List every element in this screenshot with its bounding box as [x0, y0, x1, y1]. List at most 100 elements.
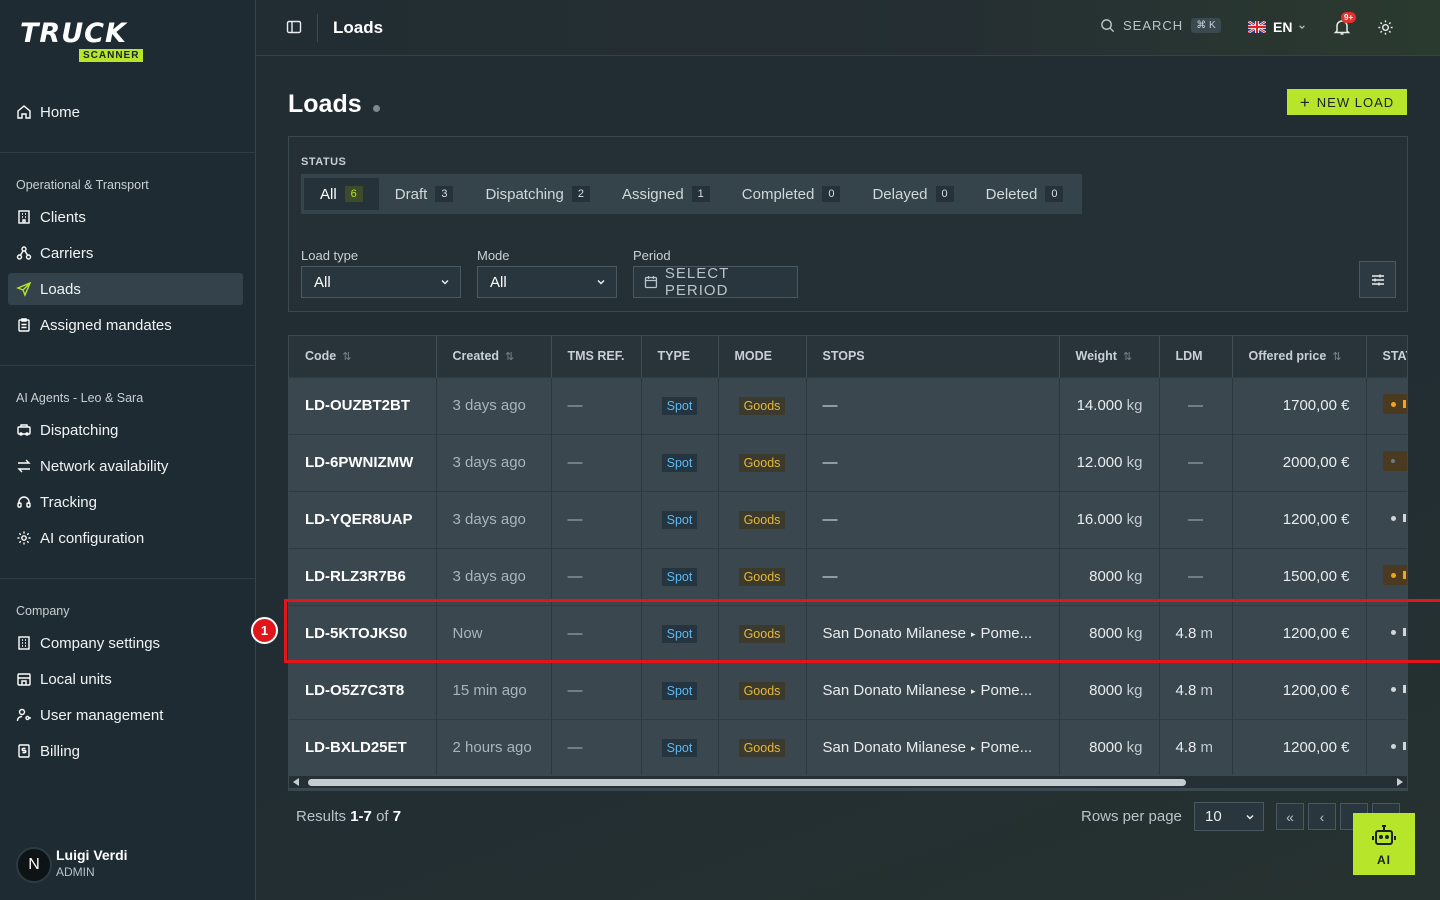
- table-row[interactable]: LD-RLZ3R7B6 3 days ago — Spot Goods — 80…: [289, 547, 1407, 605]
- sidebar-item-home[interactable]: Home: [8, 96, 243, 128]
- weight-unit: kg: [1126, 625, 1143, 642]
- cell-ldm: —: [1159, 376, 1233, 434]
- language-selector[interactable]: EN: [1248, 19, 1306, 35]
- search-icon: [1101, 19, 1115, 33]
- column-header-offered-price[interactable]: Offered price ⇅: [1232, 336, 1367, 377]
- advanced-filters-button[interactable]: [1359, 261, 1396, 298]
- status-tab-assigned[interactable]: Assigned 1: [606, 178, 726, 210]
- sidebar-item-assigned-mandates[interactable]: Assigned mandates: [8, 309, 243, 341]
- ai-assistant-button[interactable]: AI: [1353, 813, 1415, 875]
- topbar-divider: [317, 14, 318, 42]
- cell-code[interactable]: LD-BXLD25ET: [289, 718, 437, 776]
- cell-code[interactable]: LD-O5Z7C3T8: [289, 661, 437, 719]
- cell-code[interactable]: LD-6PWNIZMW: [289, 433, 437, 491]
- status-tab-label: Completed: [741, 185, 815, 203]
- table-row[interactable]: LD-5KTOJKS0 Now — Spot Goods San Donato …: [289, 604, 1407, 662]
- cell-created: Now: [436, 604, 552, 662]
- sidebar-item-billing[interactable]: Billing: [8, 735, 243, 767]
- gear-icon: [17, 531, 31, 545]
- table-row[interactable]: LD-OUZBT2BT 3 days ago — Spot Goods — 14…: [289, 376, 1407, 434]
- cell-created: 3 days ago: [436, 490, 552, 548]
- sidebar-divider: [0, 152, 255, 153]
- cell-code[interactable]: LD-5KTOJKS0: [289, 604, 437, 662]
- cell-status: [1366, 376, 1407, 434]
- status-tab-draft[interactable]: Draft 3: [379, 178, 470, 210]
- building-icon: [18, 210, 30, 224]
- first-page-button[interactable]: «: [1276, 803, 1304, 830]
- table-row[interactable]: LD-6PWNIZMW 3 days ago — Spot Goods — 12…: [289, 433, 1407, 491]
- user-profile[interactable]: N Luigi Verdi ADMIN: [16, 843, 128, 883]
- scroll-left-arrow-icon[interactable]: [293, 778, 299, 786]
- search-button[interactable]: SEARCH ⌘ K: [1100, 18, 1221, 33]
- sidebar-toggle-icon[interactable]: [286, 19, 302, 35]
- status-tab-deleted[interactable]: Deleted 0: [970, 178, 1080, 210]
- ldm-value: 4.8: [1175, 739, 1197, 757]
- cell-weight: 8000 kg: [1059, 604, 1160, 662]
- sidebar-item-local-units[interactable]: Local units: [8, 663, 243, 695]
- sidebar-item-loads[interactable]: Loads: [8, 273, 243, 305]
- column-header-type: TYPE: [641, 336, 719, 377]
- sidebar-item-label: Company settings: [40, 634, 161, 652]
- column-header-weight[interactable]: Weight ⇅: [1059, 336, 1160, 377]
- horizontal-scrollbar[interactable]: [288, 775, 1408, 789]
- sidebar-item-tracking[interactable]: Tracking: [8, 486, 243, 518]
- truckscanner-logo[interactable]: TRUCK SCANNER: [20, 20, 170, 66]
- ai-button-label: AI: [1377, 852, 1391, 867]
- new-load-button[interactable]: + NEW LOAD: [1287, 89, 1407, 115]
- mode-label: Mode: [477, 248, 510, 263]
- cell-code[interactable]: LD-OUZBT2BT: [289, 376, 437, 434]
- cell-status: [1366, 547, 1407, 605]
- table-row[interactable]: LD-BXLD25ET 2 hours ago — Spot Goods San…: [289, 718, 1407, 776]
- user-role: ADMIN: [56, 865, 95, 879]
- mode-select[interactable]: All: [477, 266, 617, 298]
- cell-type: Spot: [641, 661, 719, 719]
- sidebar-item-carriers[interactable]: Carriers: [8, 237, 243, 269]
- select-period-button[interactable]: SELECT PERIOD: [633, 265, 798, 299]
- column-header-created[interactable]: Created ⇅: [436, 336, 552, 377]
- sidebar-item-dispatching[interactable]: Dispatching: [8, 414, 243, 446]
- cell-code[interactable]: LD-YQER8UAP: [289, 490, 437, 548]
- sidebar-item-user-management[interactable]: User management: [8, 699, 243, 731]
- ldm-value: 4.8: [1175, 625, 1197, 642]
- stop-from: —: [822, 397, 838, 414]
- column-header-code[interactable]: Code ⇅: [289, 336, 437, 377]
- table-row[interactable]: LD-O5Z7C3T8 15 min ago — Spot Goods San …: [289, 661, 1407, 719]
- previous-page-button[interactable]: ‹: [1308, 803, 1336, 830]
- cell-status: [1366, 490, 1407, 548]
- status-tab-label: Dispatching: [485, 185, 564, 203]
- rows-per-page-select[interactable]: 10: [1194, 802, 1264, 831]
- route-arrow-icon: ▸: [970, 743, 976, 754]
- sidebar-item-network-availability[interactable]: Network availability: [8, 450, 243, 482]
- type-badge: Spot: [661, 511, 698, 529]
- scrollbar-thumb[interactable]: [308, 779, 1186, 786]
- cell-mode: Goods: [718, 376, 807, 434]
- status-tab-completed[interactable]: Completed 0: [726, 178, 857, 210]
- cell-stops: —: [806, 433, 1060, 491]
- sidebar-item-ai-configuration[interactable]: AI configuration: [8, 522, 243, 554]
- scroll-right-arrow-icon[interactable]: [1397, 778, 1403, 786]
- status-tab-dispatching[interactable]: Dispatching 2: [469, 178, 606, 210]
- cell-type: Spot: [641, 376, 719, 434]
- column-header-status: STATUS: [1366, 336, 1407, 377]
- cell-offered-price: 1200,00 €: [1232, 661, 1367, 719]
- cell-code[interactable]: LD-RLZ3R7B6: [289, 547, 437, 605]
- sidebar-divider: [0, 578, 255, 579]
- status-tab-all[interactable]: All 6: [304, 178, 379, 210]
- stop-to: Pome...: [980, 739, 1033, 757]
- sidebar-item-clients[interactable]: Clients: [8, 201, 243, 233]
- mode-badge: Goods: [738, 397, 786, 415]
- chevron-down-icon: [441, 279, 449, 285]
- type-badge: Spot: [661, 739, 698, 758]
- sidebar-item-company-settings[interactable]: Company settings: [8, 627, 243, 659]
- load-type-label: Load type: [301, 248, 359, 263]
- status-tab-label: All: [320, 185, 337, 203]
- status-tab-delayed[interactable]: Delayed 0: [856, 178, 969, 210]
- theme-toggle-sun-icon[interactable]: [1377, 19, 1394, 36]
- load-type-select[interactable]: All: [301, 266, 461, 298]
- table-row[interactable]: LD-YQER8UAP 3 days ago — Spot Goods — 16…: [289, 490, 1407, 548]
- ldm-unit: m: [1200, 625, 1214, 642]
- home-icon: [17, 105, 31, 119]
- cell-ldm: —: [1159, 433, 1233, 491]
- column-header-label: LDM: [1175, 349, 1203, 364]
- column-header-tms-ref: TMS REF.: [551, 336, 642, 377]
